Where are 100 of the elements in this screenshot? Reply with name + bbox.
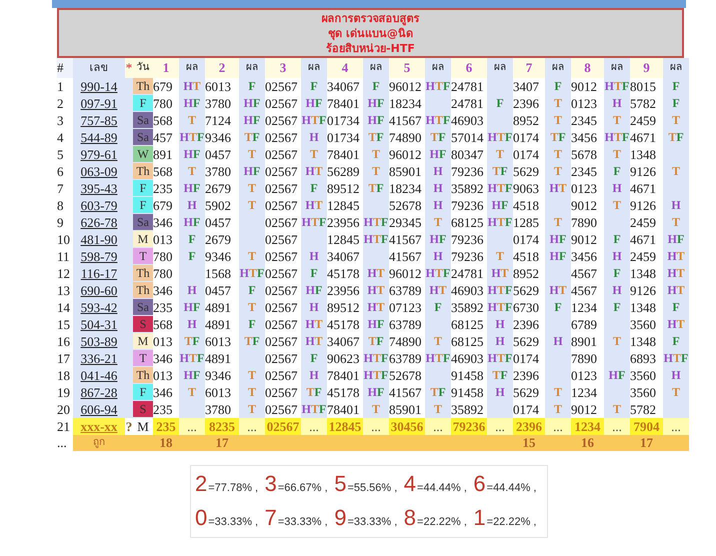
result-cell: F — [301, 264, 327, 282]
column-header: 4 — [327, 58, 363, 78]
number-cell: 02567 — [265, 366, 301, 384]
day-badge: Sa — [133, 112, 153, 128]
result-cell: T — [425, 214, 451, 230]
number-link[interactable]: 757-85 — [73, 112, 125, 128]
number-link[interactable]: 481-90 — [73, 230, 125, 248]
result-cell: F — [545, 78, 571, 94]
number-cell: 0174 — [513, 230, 545, 248]
result-cell: HTF — [425, 78, 451, 94]
result-cell: HF — [363, 384, 389, 400]
column-header: 9 — [630, 58, 663, 78]
number-link[interactable]: 063-09 — [73, 162, 125, 180]
result-cell: HF — [239, 94, 265, 112]
row-index: 7 — [57, 180, 73, 196]
number-cell: 6893 — [630, 350, 663, 366]
number-cell: 80347 — [451, 146, 487, 162]
result-cell: HTF — [487, 214, 513, 230]
number-cell: 3780 — [205, 94, 239, 112]
summary-cell — [663, 434, 689, 450]
number-link[interactable]: 544-89 — [73, 128, 125, 146]
number-cell: 30456 — [389, 418, 425, 434]
number-cell: 12845 — [327, 196, 363, 214]
number-cell: 02567 — [265, 112, 301, 128]
number-link[interactable]: 979-61 — [73, 146, 125, 162]
count-cell: 17 — [630, 434, 663, 450]
number-link[interactable]: 598-79 — [73, 248, 125, 264]
number-cell: 6013 — [205, 332, 239, 350]
column-header: 7 — [513, 58, 545, 78]
row-index: 6 — [57, 162, 73, 180]
number-link[interactable]: 336-21 — [73, 350, 125, 366]
column-header: 6 — [451, 58, 487, 78]
result-cell: HF — [363, 316, 389, 332]
number-link[interactable]: 097-91 — [73, 94, 125, 112]
result-cell: T — [663, 162, 689, 180]
title-text: ผลการตรวจสอบสูตร — [322, 10, 420, 26]
result-cell: H — [604, 94, 630, 112]
number-link[interactable]: 504-31 — [73, 316, 125, 332]
number-cell: 235 — [153, 418, 179, 434]
row-index: 8 — [57, 196, 73, 214]
result-cell: HF — [604, 366, 630, 384]
number-cell: 346 — [153, 214, 179, 230]
number-link[interactable]: 395-43 — [73, 180, 125, 196]
number-link[interactable]: 116-17 — [73, 264, 125, 282]
result-cell: F — [239, 282, 265, 298]
number-link[interactable]: 990-14 — [73, 78, 125, 94]
result-cell: T — [604, 146, 630, 162]
result-cell: F — [604, 264, 630, 282]
result-cell: HF — [301, 282, 327, 298]
number-cell: 07123 — [389, 298, 425, 316]
number-cell: 78401 — [327, 366, 363, 384]
result-cell: H — [425, 196, 451, 214]
number-cell: 9012 — [571, 196, 604, 214]
number-cell: 5629 — [513, 282, 545, 298]
number-cell: 02567 — [265, 418, 301, 434]
number-cell: 63789 — [389, 350, 425, 366]
number-link[interactable]: 593-42 — [73, 298, 125, 316]
count-cell: 17 — [205, 434, 239, 450]
result-cell: T — [179, 112, 205, 128]
number-cell: 3407 — [513, 78, 545, 94]
column-header: 8 — [571, 58, 604, 78]
result-cell: H — [487, 316, 513, 332]
number-link[interactable]: 626-78 — [73, 214, 125, 230]
result-cell: H — [179, 316, 205, 332]
number-cell: 4567 — [571, 264, 604, 282]
number-cell: 2679 — [205, 230, 239, 248]
number-cell: 74890 — [389, 332, 425, 350]
result-cell: T — [545, 112, 571, 128]
number-cell: 2459 — [630, 248, 663, 264]
number-cell: 41567 — [389, 384, 425, 400]
number-link[interactable]: 606-94 — [73, 400, 125, 418]
percent-text: =55.56% , — [347, 480, 398, 496]
number-cell: 02567 — [265, 214, 301, 230]
number-link[interactable]: 867-28 — [73, 384, 125, 400]
day-badge: T — [133, 248, 153, 264]
result-cell: F — [604, 162, 630, 180]
day-badge: M — [133, 333, 153, 349]
row-index: 2 — [57, 94, 73, 112]
row-index: 19 — [57, 384, 73, 400]
number-link[interactable]: 041-46 — [73, 366, 125, 384]
number-link[interactable]: 503-89 — [73, 332, 125, 350]
result-cell: F — [239, 316, 265, 332]
number-cell: 2396 — [513, 316, 545, 332]
number-cell: 02567 — [265, 180, 301, 196]
number-cell: 0174 — [513, 350, 545, 366]
number-link[interactable]: 690-60 — [73, 282, 125, 298]
result-cell — [487, 400, 513, 418]
number-link[interactable]: 603-79 — [73, 196, 125, 214]
result-cell: HTF — [425, 264, 451, 282]
result-cell: TF — [487, 162, 513, 180]
row-index: 13 — [57, 282, 73, 298]
result-cell: HF — [179, 146, 205, 162]
result-cell: T — [663, 112, 689, 128]
number-cell: 8235 — [205, 418, 239, 434]
number-cell: 4891 — [205, 350, 239, 366]
column-header: ผล — [239, 58, 265, 78]
result-cell: HTF — [301, 400, 327, 418]
result-cell: HF — [363, 112, 389, 128]
number-cell: 41567 — [389, 230, 425, 248]
result-cell: HF — [425, 146, 451, 162]
